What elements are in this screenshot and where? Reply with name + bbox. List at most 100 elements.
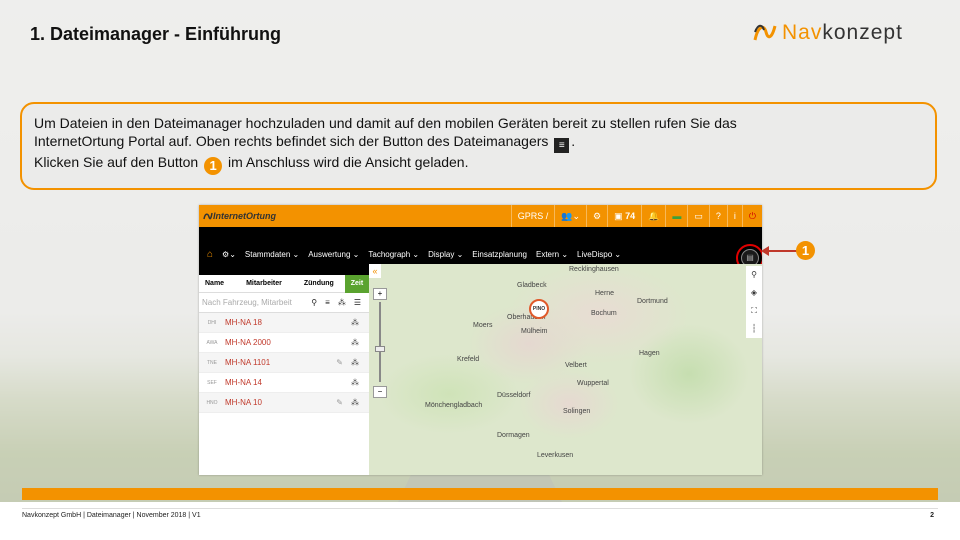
network-icon[interactable]: ⁂ [351,378,359,387]
vehicle-code: AWA [206,339,218,346]
list-item[interactable]: DHI MH-NA 18 ⁂ [199,313,369,333]
info-icon[interactable]: i [726,205,742,227]
slide-title: 1. Dateimanager - Einführung [30,24,282,44]
pointer-arrow-head [761,246,769,256]
map-city: Düsseldorf [497,392,531,399]
vehicle-code: DHI [207,319,217,326]
callout-line-3-start: Klicken Sie auf den Button [34,154,199,170]
zoom-slider[interactable] [375,346,385,352]
vehicle-name[interactable]: MH-NA 10 [225,398,262,407]
step-badge: 1 [796,241,815,260]
network-icon[interactable]: ⁂ [338,298,346,307]
map-city: Velbert [565,362,587,369]
zoom-control: + − [373,288,387,398]
network-icon[interactable]: ⁂ [351,318,359,327]
navkonzept-logo: Navkonzept [752,20,903,46]
nav-item-tachograph[interactable]: Tachograph ⌄ [368,250,419,259]
gprs-status: GPRS / [510,205,555,227]
vehicle-name[interactable]: MH-NA 2000 [225,338,271,347]
vehicle-search-input[interactable]: Nach Fahrzeug, Mitarbeit [202,298,292,307]
network-icon[interactable]: ⁂ [351,338,359,347]
vehicle-table-header: Name Mitarbeiter Zündung Zeit [199,274,369,293]
vehicle-name[interactable]: MH-NA 1101 [225,358,270,367]
chat-icon[interactable]: ▬ [665,205,687,227]
zoom-out-button[interactable]: − [373,386,387,398]
map-city: Mönchengladbach [425,402,483,409]
messages-icon[interactable]: ▣ 74 [607,205,641,227]
map-city: Gladbeck [517,282,547,289]
callout-line-2: InternetOrtung Portal auf. Oben rechts b… [34,132,923,153]
file-manager-icon: ≡ [554,138,570,153]
home-icon[interactable]: ⌂ [207,249,213,260]
app-screenshot: InternetOrtung GPRS / 👥⌄ ⚙ ▣ 74 🔔 ▬ ▭ ? … [199,205,762,475]
card-icon[interactable]: ▭ [687,205,709,227]
search-icon[interactable]: ⚲ [746,266,762,284]
ruler-icon[interactable]: ┆ [746,320,762,338]
list-item[interactable]: SEF MH-NA 14 ⁂ [199,373,369,393]
nav-item-livedispo[interactable]: LiveDispo ⌄ [577,250,621,259]
map-city: Leverkusen [537,452,574,459]
zoom-track [379,302,381,382]
map-city: Dormagen [497,432,530,439]
network-icon[interactable]: ⁂ [351,398,359,407]
callout-line-2-text: InternetOrtung Portal auf. Oben rechts b… [34,133,549,149]
map-city: Wuppertal [577,380,609,387]
filter-icon[interactable]: ☰ [354,298,361,307]
list-item[interactable]: HNO MH-NA 10 ✎ ⁂ [199,393,369,413]
layers-icon[interactable]: ◈ [746,284,762,302]
bell-icon[interactable]: 🔔 [641,205,665,227]
pointer-arrow-line [766,250,797,252]
map-city: Moers [473,322,493,329]
map-tools: ⚲ ◈ ⛶ ┆ [746,266,762,338]
zoom-in-button[interactable]: + [373,288,387,300]
map-view[interactable]: « + − Recklinghausen Herne Dortmund Boch… [369,264,762,475]
internetortung-logo-icon [203,212,213,220]
vehicle-code: SEF [207,379,217,386]
col-name[interactable]: Name [199,280,230,287]
network-icon[interactable]: ⁂ [351,358,359,367]
gear-icon[interactable]: ⚙⌄ [222,250,236,259]
power-icon[interactable]: ⏻ [741,205,762,227]
vehicle-name[interactable]: MH-NA 18 [225,318,262,327]
vehicle-code: HNO [206,399,218,406]
callout-line-1: Um Dateien in den Dateimanager hochzulad… [34,115,737,131]
map-city: Solingen [563,408,591,415]
nav-item-einsatzplanung[interactable]: Einsatzplanung [472,250,527,259]
col-zeit[interactable]: Zeit [345,274,369,293]
map-city: Dortmund [637,298,668,305]
callout-line-3: Klicken Sie auf den Button 1 im Anschlus… [34,153,923,175]
map-city: Krefeld [457,356,480,363]
vehicle-list-panel: Name Mitarbeiter Zündung Zeit Nach Fahrz… [199,274,369,475]
list-icon[interactable]: ≡ [325,298,330,307]
instruction-callout: Um Dateien in den Dateimanager hochzulad… [20,102,937,190]
page-number: 2 [930,512,934,519]
col-zuendung[interactable]: Zündung [298,280,340,287]
vehicle-search-row: Nach Fahrzeug, Mitarbeit ⚲ ≡ ⁂ ☰ [199,293,369,313]
col-mitarbeiter[interactable]: Mitarbeiter [240,280,288,287]
vehicle-code: TNE [207,359,217,366]
search-icon[interactable]: ⚲ [311,298,317,307]
navkonzept-logo-icon [753,24,777,41]
nav-item-auswertung[interactable]: Auswertung ⌄ [308,250,359,259]
footer: Navkonzept GmbH | Dateimanager | Novembe… [0,502,960,540]
settings-icon[interactable]: ⚙ [586,205,607,227]
logo-suffix: konzept [822,21,903,44]
nav-item-stammdaten[interactable]: Stammdaten ⌄ [245,250,299,259]
pencil-icon[interactable]: ✎ [336,358,343,367]
map-city: Recklinghausen [569,266,619,273]
nav-item-extern[interactable]: Extern ⌄ [536,250,568,259]
map-city: Mülheim [521,328,548,335]
vehicle-name[interactable]: MH-NA 14 [225,378,262,387]
app-topbar: InternetOrtung GPRS / 👥⌄ ⚙ ▣ 74 🔔 ▬ ▭ ? … [199,205,762,227]
fullscreen-icon[interactable]: ⛶ [746,302,762,320]
map-city: Bochum [591,310,617,317]
list-item[interactable]: TNE MH-NA 1101 ✎ ⁂ [199,353,369,373]
app-brand: InternetOrtung [213,211,276,221]
vehicle-pin[interactable]: PINO [529,299,549,319]
list-item[interactable]: AWA MH-NA 2000 ⁂ [199,333,369,353]
nav-item-display[interactable]: Display ⌄ [428,250,463,259]
collapse-panel-icon[interactable]: « [369,264,381,278]
pencil-icon[interactable]: ✎ [336,398,343,407]
users-icon[interactable]: 👥⌄ [554,205,586,227]
help-icon[interactable]: ? [708,205,727,227]
